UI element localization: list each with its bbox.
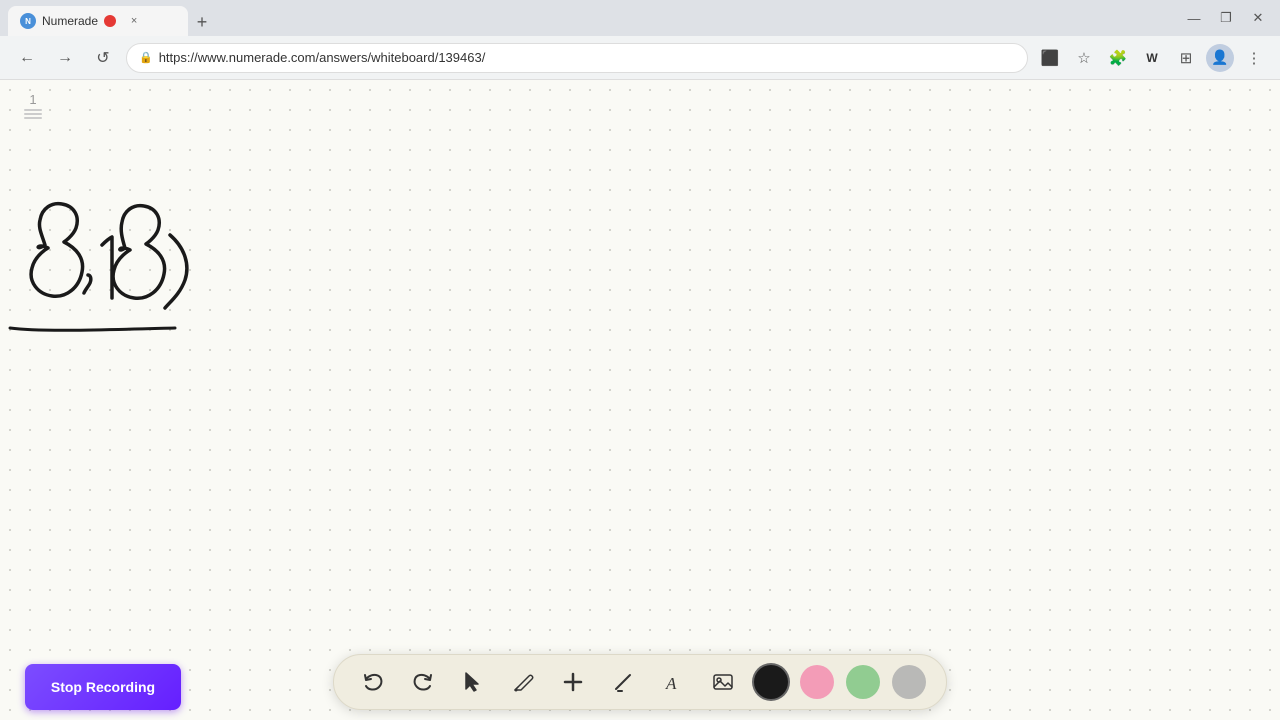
maximize-button[interactable]: ❐ (1212, 4, 1240, 32)
window-controls: — ❐ ✕ (1180, 4, 1272, 32)
page-indicator: 1 (24, 92, 42, 119)
browser-frame: N Numerade × + — ❐ ✕ ← → ↺ 🔒 https://www… (0, 0, 1280, 720)
tab-bar: N Numerade × + (8, 0, 216, 36)
title-bar: N Numerade × + — ❐ ✕ (0, 0, 1280, 36)
page-dots (24, 109, 42, 119)
page-dot-3 (24, 117, 42, 119)
browser-tab[interactable]: N Numerade × (8, 6, 188, 36)
undo-button[interactable] (354, 663, 392, 701)
page-dot-1 (24, 109, 42, 111)
add-button[interactable] (554, 663, 592, 701)
nav-actions: ⬛ ☆ 🧩 W ⊞ 👤 ⋮ (1036, 44, 1268, 72)
url-text: https://www.numerade.com/answers/whitebo… (159, 50, 1015, 65)
new-tab-button[interactable]: + (188, 8, 216, 36)
select-tool-button[interactable] (454, 663, 492, 701)
page-number: 1 (29, 92, 36, 107)
navigation-bar: ← → ↺ 🔒 https://www.numerade.com/answers… (0, 36, 1280, 80)
lock-icon: 🔒 (139, 51, 153, 64)
bottom-toolbar: A (333, 654, 947, 710)
color-pink-swatch[interactable] (800, 665, 834, 699)
color-black-swatch[interactable] (754, 665, 788, 699)
highlight-tool-button[interactable] (604, 663, 642, 701)
tab-favicon: N (20, 13, 36, 29)
favicon-label: N (25, 17, 31, 26)
close-button[interactable]: ✕ (1244, 4, 1272, 32)
redo-button[interactable] (404, 663, 442, 701)
minimize-button[interactable]: — (1180, 4, 1208, 32)
bookmark-button[interactable]: ☆ (1070, 44, 1098, 72)
split-view-button[interactable]: ⊞ (1172, 44, 1200, 72)
refresh-button[interactable]: ↺ (88, 43, 118, 73)
recording-indicator-dot (104, 15, 116, 27)
page-dot-2 (24, 113, 42, 115)
handwriting-svg (0, 80, 1280, 720)
extension2-button[interactable]: W (1138, 44, 1166, 72)
address-bar[interactable]: 🔒 https://www.numerade.com/answers/white… (126, 43, 1028, 73)
svg-text:A: A (665, 674, 677, 693)
color-green-swatch[interactable] (846, 665, 880, 699)
forward-button[interactable]: → (50, 43, 80, 73)
tab-close-button[interactable]: × (126, 13, 142, 29)
tab-title: Numerade (42, 14, 98, 28)
pen-tool-button[interactable] (504, 663, 542, 701)
text-tool-button[interactable]: A (654, 663, 692, 701)
profile-button[interactable]: 👤 (1206, 44, 1234, 72)
menu-button[interactable]: ⋮ (1240, 44, 1268, 72)
extensions-button[interactable]: ⬛ (1036, 44, 1064, 72)
whiteboard-area[interactable]: 1 Stop Re (0, 80, 1280, 720)
extension1-button[interactable]: 🧩 (1104, 44, 1132, 72)
back-button[interactable]: ← (12, 43, 42, 73)
color-gray-swatch[interactable] (892, 665, 926, 699)
stop-recording-button[interactable]: Stop Recording (25, 664, 181, 710)
image-tool-button[interactable] (704, 663, 742, 701)
